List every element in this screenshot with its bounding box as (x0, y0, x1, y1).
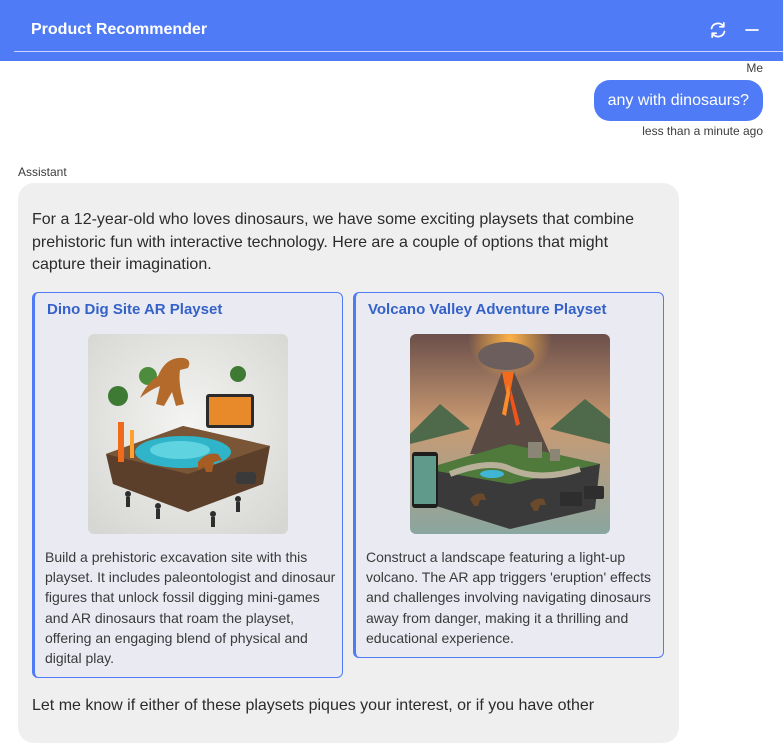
assistant-message-bubble: For a 12-year-old who loves dinosaurs, w… (18, 183, 679, 743)
product-title[interactable]: Volcano Valley Adventure Playset (368, 301, 606, 318)
app-title: Product Recommender (31, 21, 208, 38)
assistant-sender-label: Assistant (18, 165, 67, 179)
product-description: Construct a landscape featuring a light-… (366, 549, 651, 646)
minimize-icon (745, 29, 759, 31)
volcano-valley-playset-image (410, 334, 610, 534)
product-card-dino-dig-site[interactable]: Dino Dig Site AR Playset Build a prehist… (32, 292, 343, 678)
product-title[interactable]: Dino Dig Site AR Playset (47, 301, 222, 318)
assistant-intro-text: For a 12-year-old who loves dinosaurs, w… (32, 211, 635, 273)
user-message-bubble: any with dinosaurs? (593, 80, 763, 121)
dino-dig-site-playset-image (88, 334, 288, 534)
product-card-volcano-valley[interactable]: Volcano Valley Adventure Playset Constru… (353, 292, 664, 658)
header-divider (14, 51, 783, 52)
user-message-timestamp: less than a minute ago (642, 124, 763, 138)
minimize-button[interactable] (740, 18, 764, 42)
product-description: Build a prehistoric excavation site with… (45, 549, 336, 667)
refresh-icon (710, 21, 726, 39)
user-sender-label: Me (746, 61, 763, 75)
refresh-button[interactable] (706, 18, 730, 42)
assistant-outro-text: Let me know if either of these playsets … (32, 697, 595, 714)
app-header: Product Recommender (0, 0, 783, 61)
